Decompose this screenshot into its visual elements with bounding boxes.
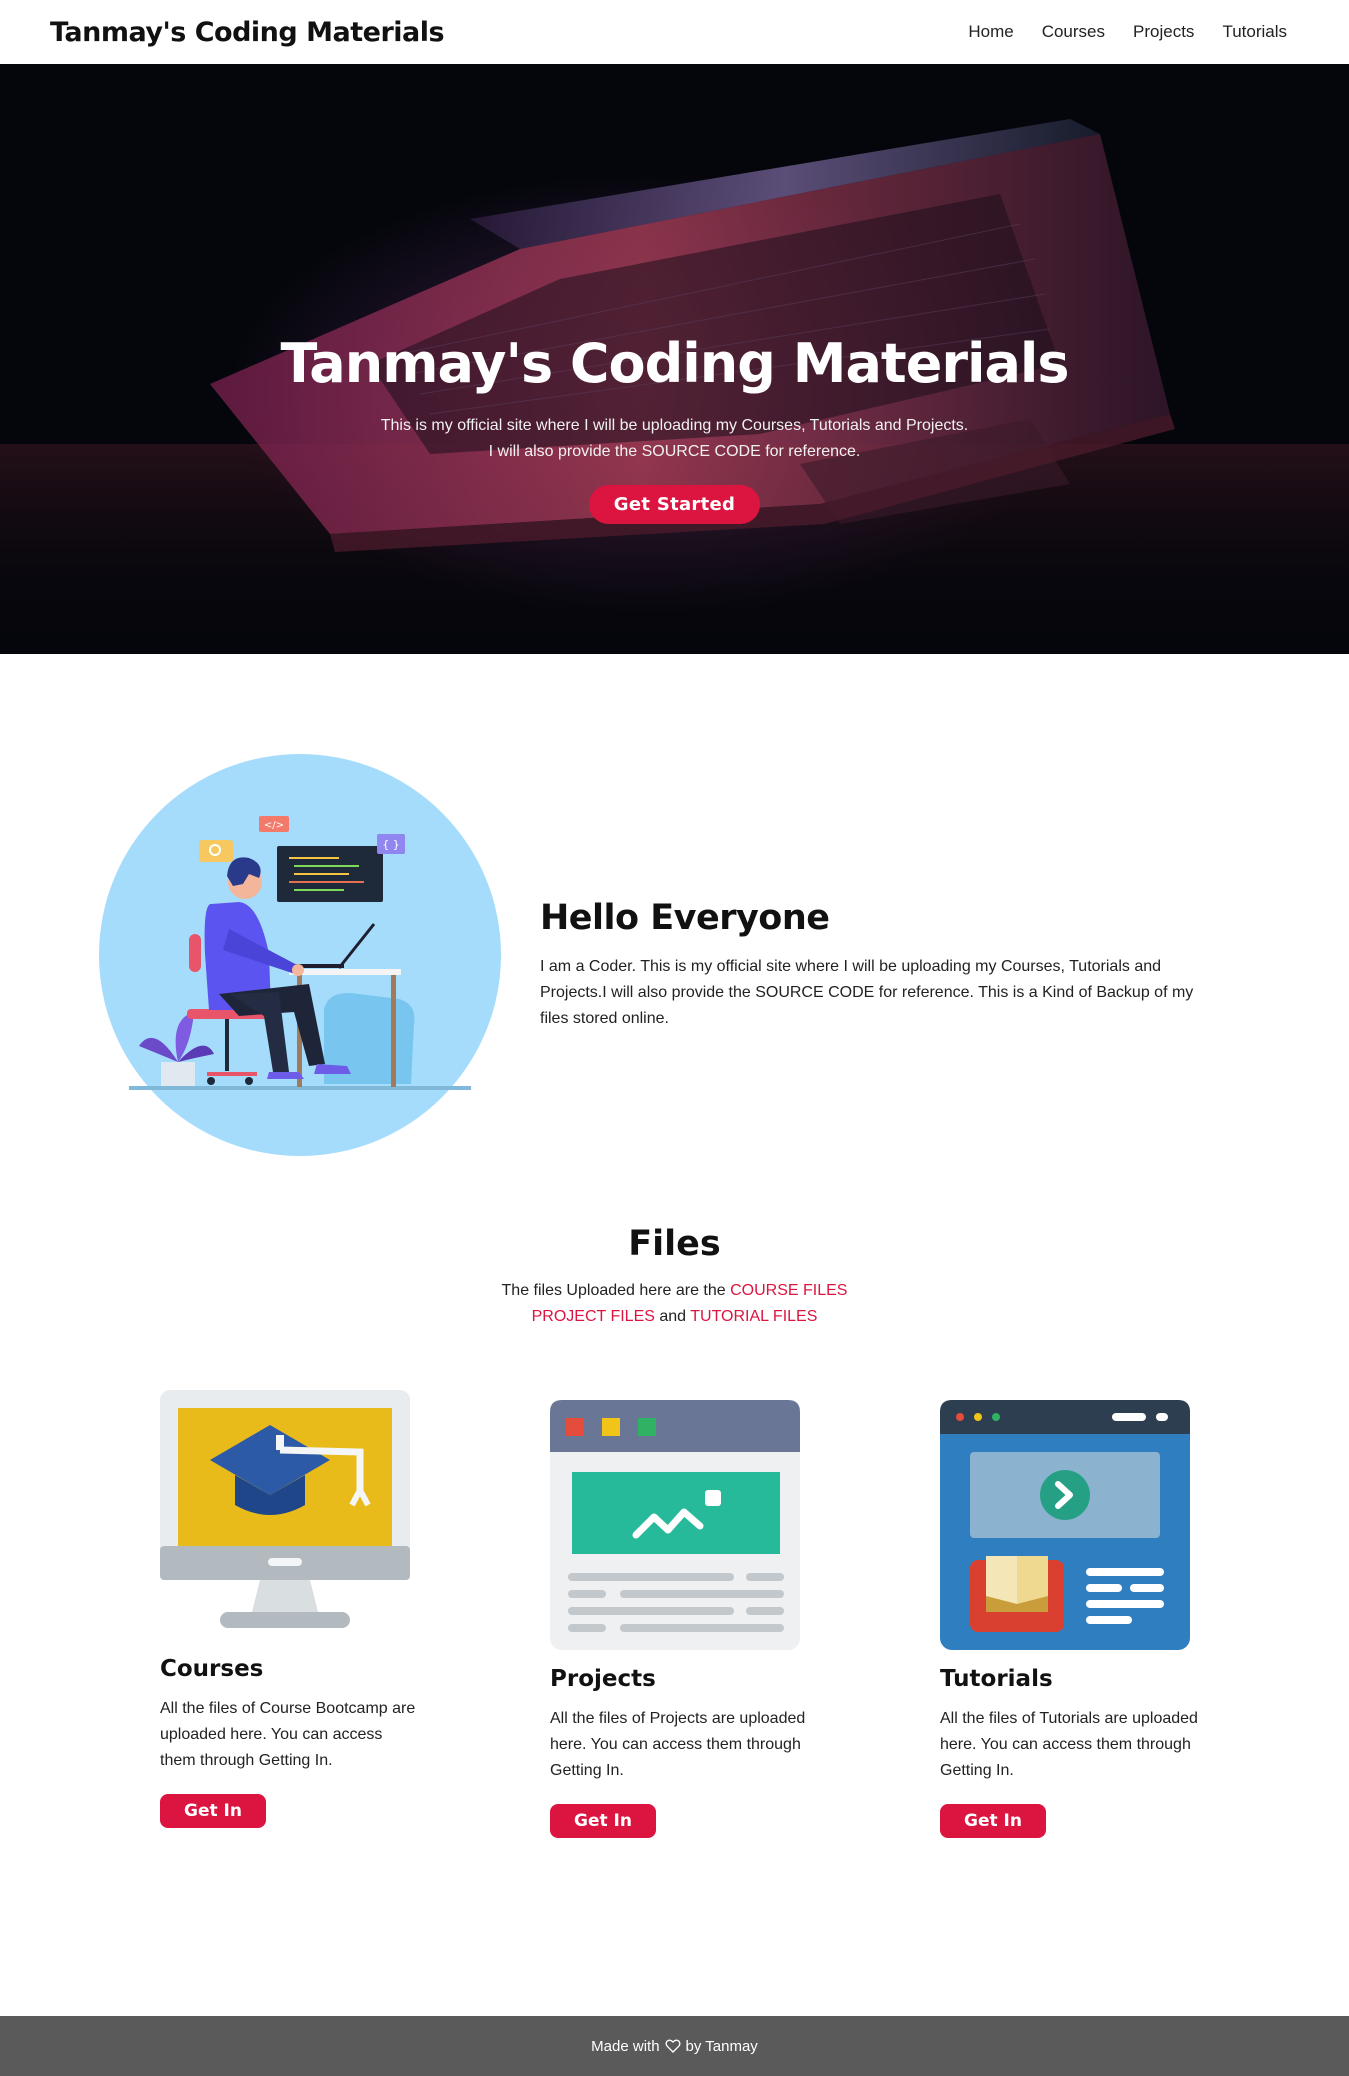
hero-subtitle-line2: I will also provide the SOURCE CODE for … [488, 443, 861, 460]
graduation-monitor-icon [160, 1390, 410, 1628]
nav-links: Home Courses Projects Tutorials [968, 22, 1287, 42]
coder-illustration: </> { } [99, 754, 501, 1156]
card-courses-text: All the files of Course Bootcamp are upl… [160, 1700, 416, 1769]
get-started-button[interactable]: Get Started [588, 485, 761, 524]
hero-title: Tanmay's Coding Materials [280, 332, 1069, 395]
files-sub-prefix: The files Uploaded here are the [501, 1282, 726, 1299]
files-subtitle: The files Uploaded here are the COURSE F… [0, 1278, 1349, 1330]
files-title: Files [628, 1224, 721, 1264]
project-files-link[interactable]: PROJECT FILES [532, 1308, 655, 1325]
card-projects: Projects All the files of Projects are u… [550, 1400, 820, 1838]
card-tutorials: Tutorials All the files of Tutorials are… [940, 1400, 1210, 1838]
browser-window-icon [550, 1400, 800, 1650]
tutorial-files-link[interactable]: TUTORIAL FILES [690, 1308, 817, 1325]
about-title: Hello Everyone [540, 898, 830, 938]
page: Tanmay's Coding Materials Home Courses P… [0, 0, 1349, 2076]
card-courses-title: Courses [160, 1656, 264, 1682]
files-sub-and: and [659, 1308, 687, 1325]
hero-section: Tanmay's Coding Materials This is my off… [0, 64, 1349, 654]
footer-prefix: Made with [591, 2037, 660, 2055]
card-tutorials-text: All the files of Tutorials are uploaded … [940, 1710, 1198, 1779]
card-tutorials-title: Tutorials [940, 1666, 1053, 1692]
nav-link-tutorials[interactable]: Tutorials [1222, 22, 1287, 42]
tutorials-get-in-button[interactable]: Get In [940, 1804, 1046, 1838]
card-courses: Courses All the files of Course Bootcamp… [160, 1390, 430, 1828]
heart-icon [665, 2039, 681, 2053]
courses-get-in-button[interactable]: Get In [160, 1794, 266, 1828]
braces-tag-label: { } [382, 838, 400, 851]
hero-subtitle: This is my official site where I will be… [0, 413, 1349, 465]
card-projects-text: All the files of Projects are uploaded h… [550, 1710, 806, 1779]
card-projects-title: Projects [550, 1666, 656, 1692]
footer-suffix: by Tanmay [685, 2037, 758, 2055]
nav-link-home[interactable]: Home [968, 22, 1013, 42]
navbar: Tanmay's Coding Materials Home Courses P… [0, 0, 1349, 64]
projects-get-in-button[interactable]: Get In [550, 1804, 656, 1838]
about-text: Hello Everyone I am a Coder. This is my … [540, 898, 1220, 1032]
files-section: Files The files Uploaded here are the CO… [0, 1224, 1349, 1330]
footer: Made with by Tanmay [0, 2016, 1349, 2076]
about-section: </> { } Hello Everyone I am a Coder. Thi… [0, 654, 1349, 1224]
nav-link-courses[interactable]: Courses [1042, 22, 1105, 42]
nav-link-projects[interactable]: Projects [1133, 22, 1194, 42]
hero-content: Tanmay's Coding Materials This is my off… [0, 332, 1349, 524]
file-cards: Courses All the files of Course Bootcamp… [0, 1390, 1349, 1950]
video-tutorial-icon [940, 1400, 1190, 1650]
hero-subtitle-line1: This is my official site where I will be… [380, 417, 969, 434]
course-files-link[interactable]: COURSE FILES [730, 1282, 847, 1299]
brand-logo[interactable]: Tanmay's Coding Materials [50, 17, 445, 48]
code-tag-label: </> [264, 820, 284, 831]
about-body: I am a Coder. This is my official site w… [540, 958, 1194, 1027]
